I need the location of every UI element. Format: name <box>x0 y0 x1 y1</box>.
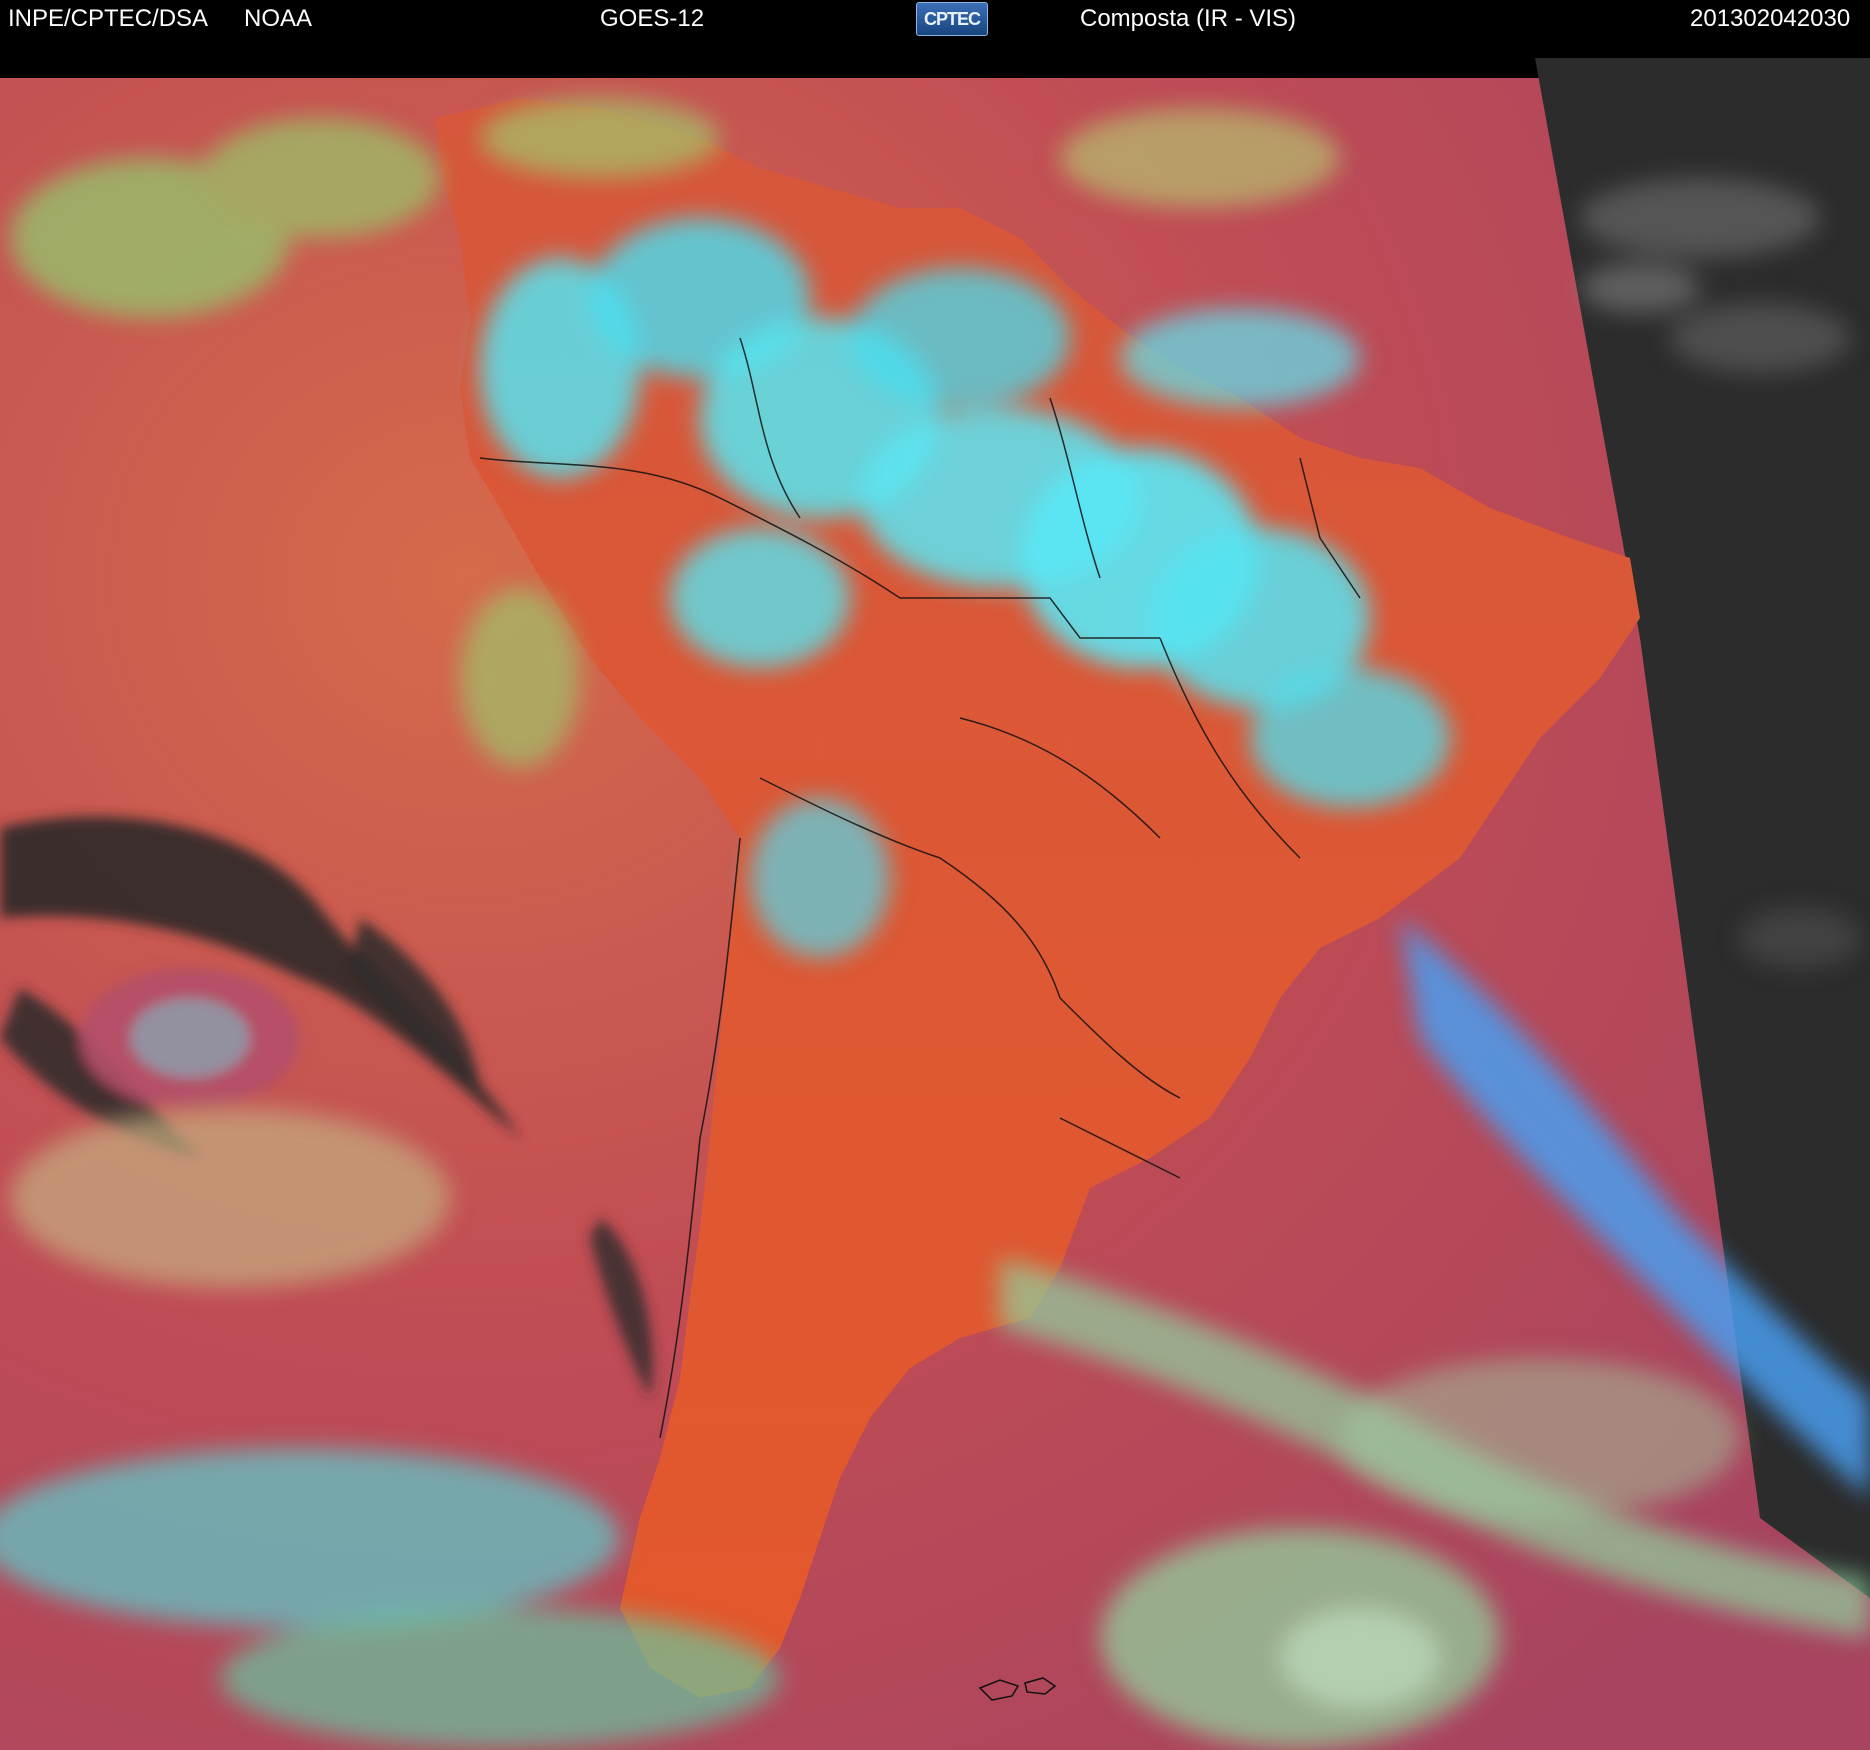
agency-label: NOAA <box>244 5 313 32</box>
satellite-label: GOES-12 <box>600 5 705 32</box>
satellite-composite-image <box>0 38 1870 1750</box>
image-header-bar: INPE/CPTEC/DSA NOAA GOES-12 CPTEC Compos… <box>0 0 1870 38</box>
institution-label: INPE/CPTEC/DSA <box>8 5 209 32</box>
timestamp-label: 201302042030 <box>1690 5 1851 32</box>
cptec-logo: CPTEC <box>916 2 988 36</box>
product-label: Composta (IR - VIS) <box>1080 5 1297 32</box>
